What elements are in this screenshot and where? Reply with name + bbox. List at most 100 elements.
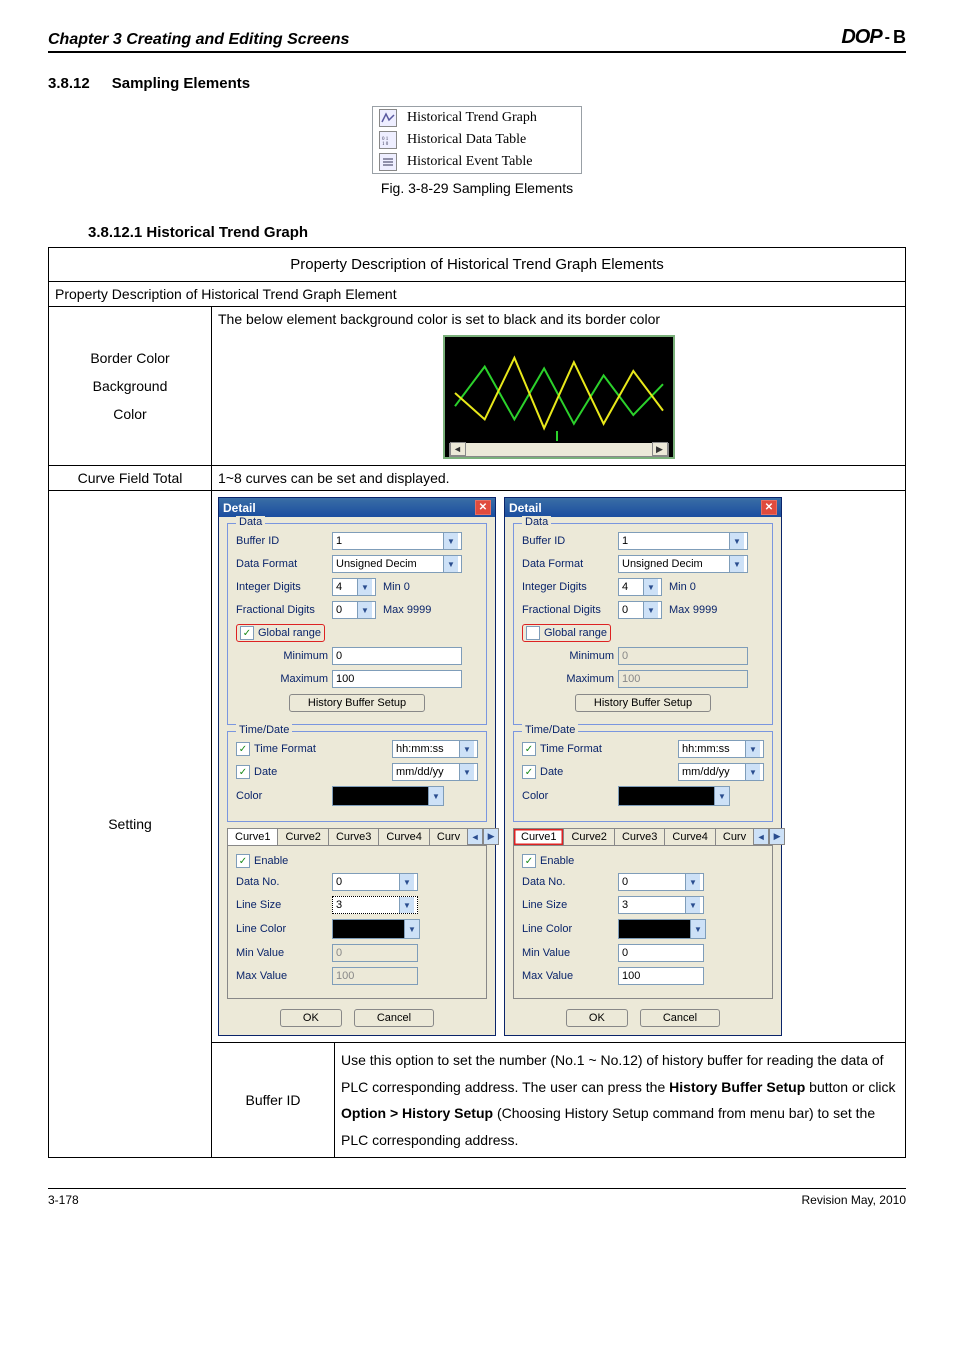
- list-item[interactable]: Historical Trend Graph: [373, 107, 581, 129]
- data-fieldset: Data Buffer ID 1▼ Data Format Unsigned D…: [513, 523, 773, 725]
- list-item[interactable]: 0 1 1 0 Historical Data Table: [373, 129, 581, 151]
- chevron-down-icon[interactable]: ▼: [690, 920, 705, 938]
- tab-curve1[interactable]: Curve1: [227, 828, 278, 845]
- chevron-down-icon[interactable]: ▼: [443, 533, 458, 549]
- chevron-down-icon[interactable]: ▼: [399, 874, 414, 890]
- chart-scrollbar[interactable]: ◄ ▶: [449, 441, 669, 457]
- checkbox-icon: ✓: [522, 765, 536, 779]
- chevron-down-icon[interactable]: ▼: [745, 764, 760, 780]
- time-color-picker[interactable]: ▼: [618, 786, 730, 806]
- chevron-down-icon[interactable]: ▼: [459, 764, 474, 780]
- sampling-item-label: Historical Trend Graph: [407, 110, 537, 126]
- data-format-field-label: Data Format: [522, 558, 614, 570]
- data-format-select[interactable]: Unsigned Decim▼: [332, 555, 462, 573]
- tab-curve2[interactable]: Curve2: [563, 828, 614, 845]
- time-format-checkbox[interactable]: ✓ Time Format: [522, 742, 602, 756]
- tab-curve-more[interactable]: Curv: [715, 828, 754, 845]
- cancel-button[interactable]: Cancel: [640, 1009, 720, 1027]
- time-color-picker[interactable]: ▼: [332, 786, 444, 806]
- tab-curve1[interactable]: Curve1: [513, 828, 564, 845]
- chevron-down-icon[interactable]: ▼: [714, 787, 729, 805]
- history-buffer-setup-button[interactable]: History Buffer Setup: [289, 694, 425, 712]
- chevron-down-icon[interactable]: ▼: [404, 920, 419, 938]
- chevron-down-icon[interactable]: ▼: [357, 579, 372, 595]
- chevron-down-icon[interactable]: ▼: [399, 897, 414, 913]
- tab-nav-right-icon[interactable]: ▶: [769, 828, 785, 845]
- curve-total-text: 1~8 curves can be set and displayed.: [212, 466, 906, 491]
- enable-checkbox[interactable]: ✓ Enable: [236, 854, 288, 868]
- time-format-checkbox[interactable]: ✓ Time Format: [236, 742, 316, 756]
- global-range-checkbox[interactable]: Global range: [522, 624, 611, 642]
- integer-digits-select[interactable]: 4▼: [618, 578, 662, 596]
- chevron-down-icon[interactable]: ▼: [428, 787, 443, 805]
- fieldset-legend: Data: [522, 516, 551, 528]
- min-value-label: Min Value: [236, 947, 328, 959]
- minimum-input[interactable]: [332, 647, 462, 665]
- data-no-select[interactable]: 0▼: [332, 873, 418, 891]
- tab-curve-more[interactable]: Curv: [429, 828, 468, 845]
- date-select[interactable]: mm/dd/yy▼: [392, 763, 478, 781]
- curve-tab-pane: ✓ Enable Data No. 0▼ Line Size 3▼ Line C…: [513, 845, 773, 999]
- tab-nav-left-icon[interactable]: ◄: [753, 828, 769, 845]
- tab-nav-right-icon[interactable]: ▶: [483, 828, 499, 845]
- data-no-label: Data No.: [522, 876, 614, 888]
- tab-curve4[interactable]: Curve4: [378, 828, 429, 845]
- time-format-select[interactable]: hh:mm:ss▼: [678, 740, 764, 758]
- maximum-input: [618, 670, 748, 688]
- date-checkbox[interactable]: ✓ Date: [236, 765, 277, 779]
- dialog-titlebar[interactable]: Detail ✕: [219, 498, 495, 517]
- global-range-checkbox[interactable]: ✓ Global range: [236, 624, 325, 642]
- sampling-item-label: Historical Event Table: [407, 154, 533, 170]
- max-value-input[interactable]: [618, 967, 704, 985]
- chevron-down-icon[interactable]: ▼: [459, 741, 474, 757]
- date-select[interactable]: mm/dd/yy▼: [678, 763, 764, 781]
- chevron-down-icon[interactable]: ▼: [643, 579, 658, 595]
- page-number: 3-178: [48, 1193, 79, 1207]
- chevron-down-icon[interactable]: ▼: [643, 602, 658, 618]
- buffer-id-select[interactable]: 1▼: [332, 532, 462, 550]
- chevron-down-icon[interactable]: ▼: [685, 897, 700, 913]
- enable-checkbox[interactable]: ✓ Enable: [522, 854, 574, 868]
- tab-curve3[interactable]: Curve3: [328, 828, 379, 845]
- ok-button[interactable]: OK: [280, 1009, 342, 1027]
- fractional-digits-select[interactable]: 0▼: [618, 601, 662, 619]
- fractional-digits-select[interactable]: 0▼: [332, 601, 376, 619]
- tab-nav-left-icon[interactable]: ◄: [467, 828, 483, 845]
- checkbox-icon: ✓: [236, 765, 250, 779]
- dialog-titlebar[interactable]: Detail ✕: [505, 498, 781, 517]
- revision-info: Revision May, 2010: [802, 1193, 907, 1207]
- data-no-select[interactable]: 0▼: [618, 873, 704, 891]
- date-checkbox[interactable]: ✓ Date: [522, 765, 563, 779]
- detail-dialog-left: Detail ✕ Data Buffer ID 1▼ Data Format U…: [218, 497, 496, 1036]
- line-size-select[interactable]: 3▼: [618, 896, 704, 914]
- scroll-left-icon[interactable]: ◄: [450, 442, 466, 456]
- tab-curve2[interactable]: Curve2: [277, 828, 328, 845]
- chevron-down-icon[interactable]: ▼: [685, 874, 700, 890]
- ok-button[interactable]: OK: [566, 1009, 628, 1027]
- chevron-down-icon[interactable]: ▼: [729, 556, 744, 572]
- tab-curve3[interactable]: Curve3: [614, 828, 665, 845]
- close-icon[interactable]: ✕: [761, 500, 777, 515]
- chevron-down-icon[interactable]: ▼: [729, 533, 744, 549]
- integer-digits-select[interactable]: 4▼: [332, 578, 376, 596]
- time-date-fieldset: Time/Date ✓ Time Format hh:mm:ss▼ ✓ Date…: [227, 731, 487, 822]
- line-size-select[interactable]: 3▼: [332, 896, 418, 914]
- figure-caption: Fig. 3-8-29 Sampling Elements: [48, 180, 906, 196]
- cancel-button[interactable]: Cancel: [354, 1009, 434, 1027]
- close-icon[interactable]: ✕: [475, 500, 491, 515]
- data-format-select[interactable]: Unsigned Decim▼: [618, 555, 748, 573]
- buffer-id-select[interactable]: 1▼: [618, 532, 748, 550]
- chevron-down-icon[interactable]: ▼: [357, 602, 372, 618]
- scroll-right-icon[interactable]: ▶: [652, 442, 668, 456]
- line-color-picker[interactable]: ▼: [332, 919, 420, 939]
- time-color-label: Color: [236, 790, 328, 802]
- maximum-input[interactable]: [332, 670, 462, 688]
- chevron-down-icon[interactable]: ▼: [443, 556, 458, 572]
- chevron-down-icon[interactable]: ▼: [745, 741, 760, 757]
- list-item[interactable]: Historical Event Table: [373, 151, 581, 173]
- min-value-input[interactable]: [618, 944, 704, 962]
- line-color-picker[interactable]: ▼: [618, 919, 706, 939]
- time-format-select[interactable]: hh:mm:ss▼: [392, 740, 478, 758]
- tab-curve4[interactable]: Curve4: [664, 828, 715, 845]
- history-buffer-setup-button[interactable]: History Buffer Setup: [575, 694, 711, 712]
